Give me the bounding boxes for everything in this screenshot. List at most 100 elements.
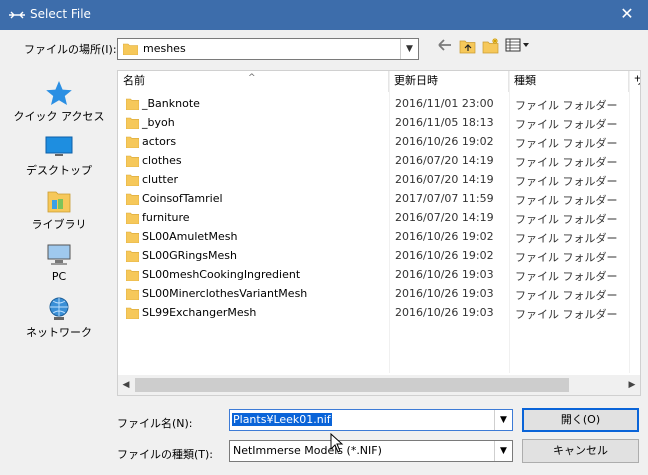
network-icon: [49, 297, 69, 320]
file-date: 2016/10/26 19:02: [395, 135, 494, 148]
file-name: CoinsofTamriel: [142, 192, 223, 205]
list-item[interactable]: furniture 2016/07/20 14:19 ファイル フォルダー: [118, 209, 640, 228]
list-item[interactable]: clutter 2016/07/20 14:19 ファイル フォルダー: [118, 171, 640, 190]
folder-icon: [126, 307, 139, 319]
file-list[interactable]: 名前 ^ 更新日時 種類 サ _Banknote 2016/11/01 23:0…: [117, 70, 641, 396]
file-name: actors: [142, 135, 177, 148]
file-name: SL99ExchangerMesh: [142, 306, 257, 319]
file-name: clothes: [142, 154, 182, 167]
close-button[interactable]: ✕: [616, 3, 638, 25]
file-date: 2016/10/26 19:03: [395, 268, 494, 281]
look-in-value: meshes: [143, 42, 186, 55]
file-date: 2016/07/20 14:19: [395, 154, 494, 167]
folder-icon: [126, 98, 139, 110]
chevron-down-icon[interactable]: ▼: [494, 410, 512, 430]
sort-ascending-icon: ^: [248, 73, 256, 83]
folder-icon: [126, 174, 139, 186]
look-in-label: ファイルの場所(I):: [24, 43, 117, 56]
file-type: ファイル フォルダー: [515, 270, 618, 283]
file-name: clutter: [142, 173, 178, 186]
column-date-label: 更新日時: [394, 74, 438, 87]
file-name: SL00AmuletMesh: [142, 230, 238, 243]
list-item[interactable]: SL99ExchangerMesh 2016/10/26 19:03 ファイル …: [118, 304, 640, 323]
folder-icon: [126, 193, 139, 205]
list-item[interactable]: SL00GRingsMesh 2016/10/26 19:02 ファイル フォル…: [118, 247, 640, 266]
column-type-header[interactable]: 種類: [509, 71, 629, 92]
view-menu-button[interactable]: [504, 38, 532, 58]
open-button[interactable]: 開く(O): [522, 408, 639, 432]
look-in-combo[interactable]: meshes ▼: [117, 38, 419, 60]
back-arrow-icon: [438, 39, 451, 51]
column-type-label: 種類: [514, 74, 536, 87]
list-item[interactable]: CoinsofTamriel 2017/07/07 11:59 ファイル フォル…: [118, 190, 640, 209]
list-item[interactable]: clothes 2016/07/20 14:19 ファイル フォルダー: [118, 152, 640, 171]
desktop-icon: [45, 136, 73, 156]
file-type: ファイル フォルダー: [515, 232, 618, 245]
place-pc[interactable]: PC: [10, 236, 108, 290]
file-name: furniture: [142, 211, 190, 224]
file-name-combo[interactable]: Plants¥Leek01.nif ▼: [229, 409, 513, 431]
file-date: 2016/07/20 14:19: [395, 211, 494, 224]
list-item[interactable]: SL00MinerclothesVariantMesh 2016/10/26 1…: [118, 285, 640, 304]
places-bar: クイック アクセス デスクトップ ライブラリ PC ネットワーク: [10, 70, 110, 396]
file-name-value[interactable]: Plants¥Leek01.nif: [232, 413, 332, 426]
file-name: SL00meshCookingIngredient: [142, 268, 301, 281]
app-icon: [9, 11, 25, 19]
scroll-right-icon[interactable]: ▶: [624, 375, 640, 395]
folder-icon: [126, 136, 139, 148]
list-item[interactable]: _Banknote 2016/11/01 23:00 ファイル フォルダー: [118, 95, 640, 114]
scroll-left-icon[interactable]: ◀: [118, 375, 134, 395]
file-type: ファイル フォルダー: [515, 118, 618, 131]
mouse-cursor-icon: [330, 433, 344, 453]
view-grid-icon: [505, 38, 529, 52]
file-date: 2016/10/26 19:03: [395, 287, 494, 300]
scrollbar-thumb[interactable]: [135, 378, 569, 392]
file-date: 2016/10/26 19:02: [395, 230, 494, 243]
place-label: ネットワーク: [26, 326, 92, 339]
file-date: 2016/10/26 19:03: [395, 306, 494, 319]
file-type: ファイル フォルダー: [515, 99, 618, 112]
horizontal-scrollbar[interactable]: ◀ ▶: [118, 375, 640, 395]
column-date-header[interactable]: 更新日時: [389, 71, 509, 92]
list-item[interactable]: SL00AmuletMesh 2016/10/26 19:02 ファイル フォル…: [118, 228, 640, 247]
file-date: 2016/11/01 23:00: [395, 97, 494, 110]
up-folder-icon: [459, 40, 476, 54]
place-libraries[interactable]: ライブラリ: [10, 182, 108, 236]
folder-icon: [126, 117, 139, 129]
new-folder-icon: [482, 38, 499, 54]
title-bar: Select File ✕: [0, 0, 648, 30]
back-button[interactable]: [434, 38, 456, 58]
file-type-select[interactable]: NetImmerse Models (*.NIF) ▼: [229, 440, 513, 462]
chevron-down-icon[interactable]: ▼: [400, 39, 418, 59]
star-icon: [46, 81, 72, 105]
list-item[interactable]: _byoh 2016/11/05 18:13 ファイル フォルダー: [118, 114, 640, 133]
window-title: Select File: [30, 7, 91, 21]
column-size-header[interactable]: サ: [629, 71, 640, 92]
chevron-down-icon[interactable]: ▼: [494, 441, 512, 461]
file-type: ファイル フォルダー: [515, 289, 618, 302]
place-label: PC: [51, 270, 67, 283]
up-folder-button[interactable]: [457, 38, 479, 58]
file-name: SL00MinerclothesVariantMesh: [142, 287, 308, 300]
file-type: ファイル フォルダー: [515, 137, 618, 150]
cancel-button[interactable]: キャンセル: [522, 439, 639, 463]
folder-icon: [126, 250, 139, 262]
place-label: ライブラリ: [31, 218, 87, 231]
list-header: 名前 ^ 更新日時 種類 サ: [118, 71, 640, 92]
file-type: ファイル フォルダー: [515, 251, 618, 264]
place-network[interactable]: ネットワーク: [10, 290, 108, 344]
new-folder-button[interactable]: [480, 38, 502, 58]
file-date: 2016/11/05 18:13: [395, 116, 494, 129]
place-quick-access[interactable]: クイック アクセス: [10, 74, 108, 128]
place-label: デスクトップ: [26, 164, 92, 177]
column-name-label: 名前: [123, 74, 145, 87]
file-name: SL00GRingsMesh: [142, 249, 237, 262]
list-item[interactable]: SL00meshCookingIngredient 2016/10/26 19:…: [118, 266, 640, 285]
column-name-header[interactable]: 名前 ^: [118, 71, 389, 92]
folder-icon: [126, 155, 139, 167]
place-desktop[interactable]: デスクトップ: [10, 128, 108, 182]
file-type: ファイル フォルダー: [515, 156, 618, 169]
place-label: クイック アクセス: [13, 110, 105, 123]
list-item[interactable]: actors 2016/10/26 19:02 ファイル フォルダー: [118, 133, 640, 152]
folder-icon: [126, 288, 139, 300]
